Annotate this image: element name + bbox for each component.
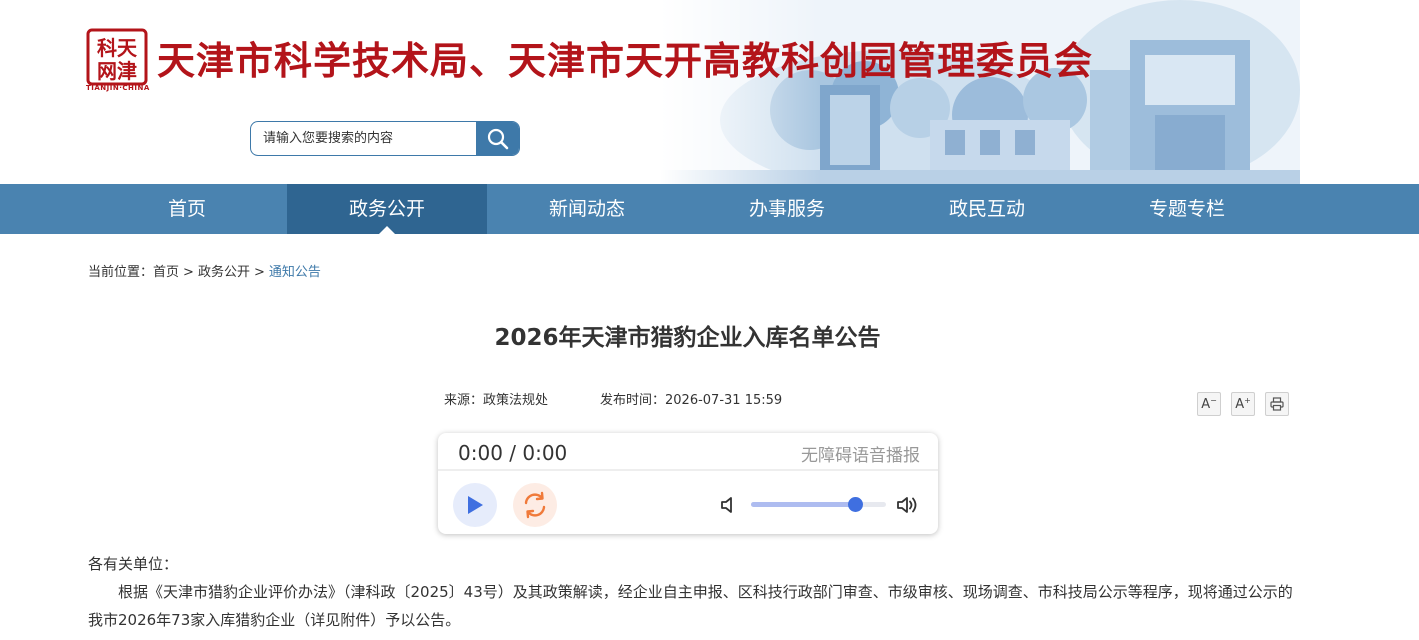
search-box — [250, 121, 520, 156]
volume-low-icon[interactable] — [718, 495, 738, 515]
volume-slider-thumb[interactable] — [847, 497, 863, 512]
breadcrumb-notices[interactable]: 通知公告 — [269, 265, 321, 280]
breadcrumb-home[interactable]: 首页 — [153, 265, 179, 280]
site-header: 科天 网津 TIANJIN·CHINA 天津市科学技术局、天津市天开高教科创园管… — [0, 0, 1419, 184]
breadcrumb-gov-affairs[interactable]: 政务公开 — [198, 265, 250, 280]
player-divider — [438, 469, 938, 471]
print-button[interactable] — [1265, 392, 1289, 416]
breadcrumb-separator: > — [253, 265, 265, 280]
breadcrumb-prefix: 当前位置： — [88, 265, 154, 280]
article-publish-time: 发布时间：2026-07-31 15:59 — [600, 393, 783, 408]
decrease-font-sup: − — [1210, 395, 1217, 405]
breadcrumb-separator: > — [183, 265, 194, 280]
article-tools: A − A + — [1197, 392, 1289, 416]
play-icon — [468, 496, 483, 514]
printer-icon — [1270, 397, 1284, 411]
replay-button[interactable] — [513, 483, 557, 527]
decrease-font-label: A — [1201, 396, 1211, 412]
nav-item-gov-affairs[interactable]: 政务公开 — [287, 184, 487, 234]
search-input[interactable] — [251, 122, 477, 155]
volume-high-icon[interactable] — [896, 494, 920, 516]
volume-slider-fill — [751, 502, 855, 507]
nav-item-news[interactable]: 新闻动态 — [487, 184, 687, 234]
svg-text:科天: 科天 — [97, 36, 138, 60]
article-body: 各有关单位： 根据《天津市猎豹企业评价办法》（津科政〔2025〕43号）及其政策… — [88, 550, 1293, 634]
nav-item-services[interactable]: 办事服务 — [687, 184, 887, 234]
search-icon — [487, 128, 508, 149]
search-button[interactable] — [476, 122, 519, 155]
article-greeting: 各有关单位： — [88, 555, 179, 573]
audio-player: 0:00 / 0:00 无障碍语音播报 — [438, 433, 938, 534]
site-title: 天津市科学技术局、天津市天开高教科创园管理委员会 — [157, 38, 1094, 83]
volume-slider[interactable] — [751, 497, 886, 512]
increase-font-button[interactable]: A + — [1231, 392, 1255, 416]
article-meta: 来源：政策法规处 发布时间：2026-07-31 15:59 — [444, 389, 782, 408]
article-paragraph: 根据《天津市猎豹企业评价办法》（津科政〔2025〕43号）及其政策解读，经企业自… — [88, 583, 1293, 629]
nav-item-home[interactable]: 首页 — [87, 184, 287, 234]
nav-item-topics[interactable]: 专题专栏 — [1087, 184, 1287, 234]
play-button[interactable] — [453, 483, 497, 527]
logo-caption: TIANJIN·CHINA — [86, 84, 150, 92]
svg-text:网津: 网津 — [97, 59, 137, 83]
main-nav: 首页 政务公开 新闻动态 办事服务 政民互动 专题专栏 — [0, 184, 1419, 234]
replay-icon — [524, 491, 546, 519]
decrease-font-button[interactable]: A − — [1197, 392, 1221, 416]
article-title: 2026年天津市猎豹企业入库名单公告 — [494, 325, 881, 351]
header-illustration — [660, 0, 1300, 184]
player-label: 无障碍语音播报 — [801, 446, 920, 466]
nav-item-interaction[interactable]: 政民互动 — [887, 184, 1087, 234]
player-time: 0:00 / 0:00 — [458, 441, 568, 465]
breadcrumb: 当前位置：首页 > 政务公开 > 通知公告 — [88, 261, 321, 280]
increase-font-label: A — [1235, 396, 1245, 412]
increase-font-sup: + — [1244, 395, 1251, 405]
article-source: 来源：政策法规处 — [444, 393, 549, 408]
